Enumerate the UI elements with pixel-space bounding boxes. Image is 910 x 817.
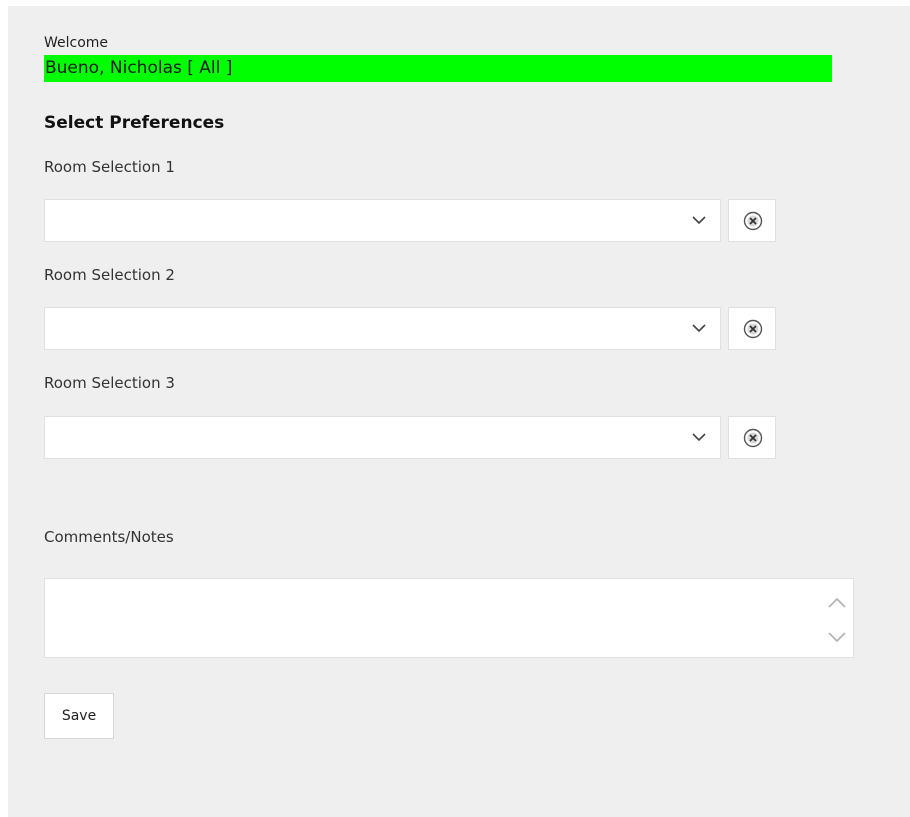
save-button[interactable]: Save xyxy=(44,693,114,739)
section-title: Select Preferences xyxy=(44,113,225,133)
comments-notes-textarea[interactable] xyxy=(44,578,854,658)
welcome-label: Welcome xyxy=(44,35,109,51)
chevron-up-icon[interactable] xyxy=(822,588,852,618)
close-circle-icon xyxy=(743,211,763,231)
chevron-down-icon xyxy=(692,216,706,225)
clear-room-selection-1-button[interactable] xyxy=(728,199,776,242)
close-circle-icon xyxy=(743,319,763,339)
room-selection-2-label: Room Selection 2 xyxy=(44,266,175,284)
room-selection-1-select[interactable] xyxy=(44,199,721,242)
clear-room-selection-2-button[interactable] xyxy=(728,307,776,350)
welcome-banner: Bueno, Nicholas [ All ] xyxy=(44,55,832,82)
room-selection-1-label: Room Selection 1 xyxy=(44,158,175,176)
room-selection-3-label: Room Selection 3 xyxy=(44,374,175,392)
comments-notes-label: Comments/Notes xyxy=(44,528,174,546)
chevron-down-icon xyxy=(692,324,706,333)
room-selection-2-select[interactable] xyxy=(44,307,721,350)
clear-room-selection-3-button[interactable] xyxy=(728,416,776,459)
room-selection-3-select[interactable] xyxy=(44,416,721,459)
close-circle-icon xyxy=(743,428,763,448)
chevron-down-icon[interactable] xyxy=(822,622,852,652)
user-name: Bueno, Nicholas [ All ] xyxy=(45,58,233,78)
chevron-down-icon xyxy=(692,433,706,442)
